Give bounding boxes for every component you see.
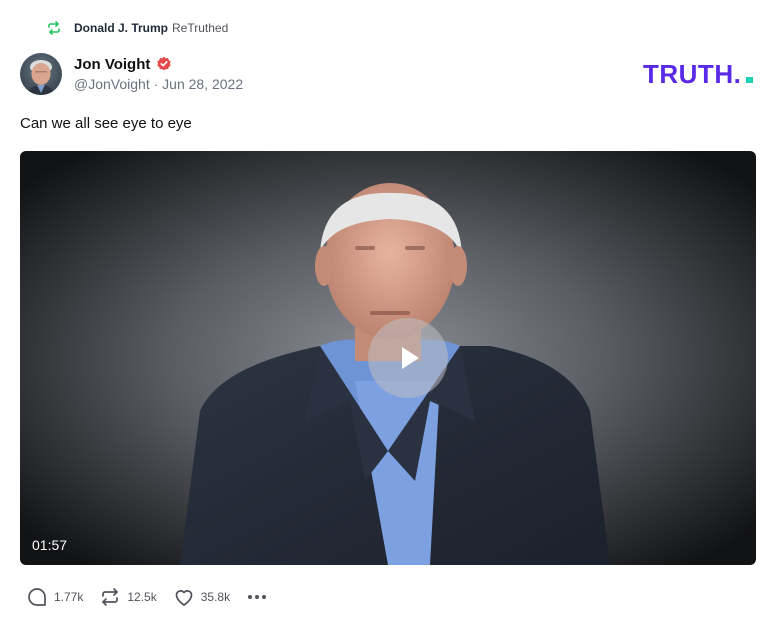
more-options-button[interactable] [246, 586, 268, 608]
video-player[interactable]: 01:57 [20, 151, 756, 565]
play-button[interactable] [368, 318, 448, 398]
author-name[interactable]: Jon Voight [74, 56, 150, 73]
reply-count: 1.77k [54, 590, 84, 604]
logo-dot [746, 77, 753, 83]
post-author: Jon Voight @JonVoight · Jun 28, 2022 [20, 53, 243, 95]
like-button[interactable]: 35.8k [173, 586, 230, 608]
author-meta: @JonVoight · Jun 28, 2022 [74, 76, 243, 92]
retruth-icon [46, 20, 62, 36]
retruth-user-link[interactable]: Donald J. Trump [74, 21, 168, 35]
meta-separator: · [153, 76, 159, 92]
retruth-banner: Donald J. Trump ReTruthed [46, 18, 228, 38]
retruth-count: 12.5k [127, 590, 157, 604]
more-icon [248, 595, 267, 599]
heart-icon [173, 586, 195, 608]
reply-button[interactable]: 1.77k [26, 586, 83, 608]
retruth-button[interactable]: 12.5k [99, 586, 157, 608]
logo-wordmark: TRUTH. [643, 60, 741, 88]
truth-social-logo[interactable]: TRUTH. [643, 60, 756, 88]
like-count: 35.8k [200, 590, 231, 604]
reply-icon [26, 586, 48, 608]
avatar[interactable] [20, 53, 62, 95]
verified-badge-icon [156, 56, 172, 72]
retruth-icon [99, 586, 121, 608]
post-actions: 1.77k 12.5k 35.8k [26, 584, 268, 610]
post-date[interactable]: Jun 28, 2022 [162, 76, 243, 92]
play-icon [402, 347, 419, 369]
author-handle[interactable]: @JonVoight [74, 76, 150, 92]
video-duration: 01:57 [32, 537, 68, 553]
retruth-label: ReTruthed [172, 21, 229, 35]
post-text: Can we all see eye to eye [20, 115, 192, 132]
